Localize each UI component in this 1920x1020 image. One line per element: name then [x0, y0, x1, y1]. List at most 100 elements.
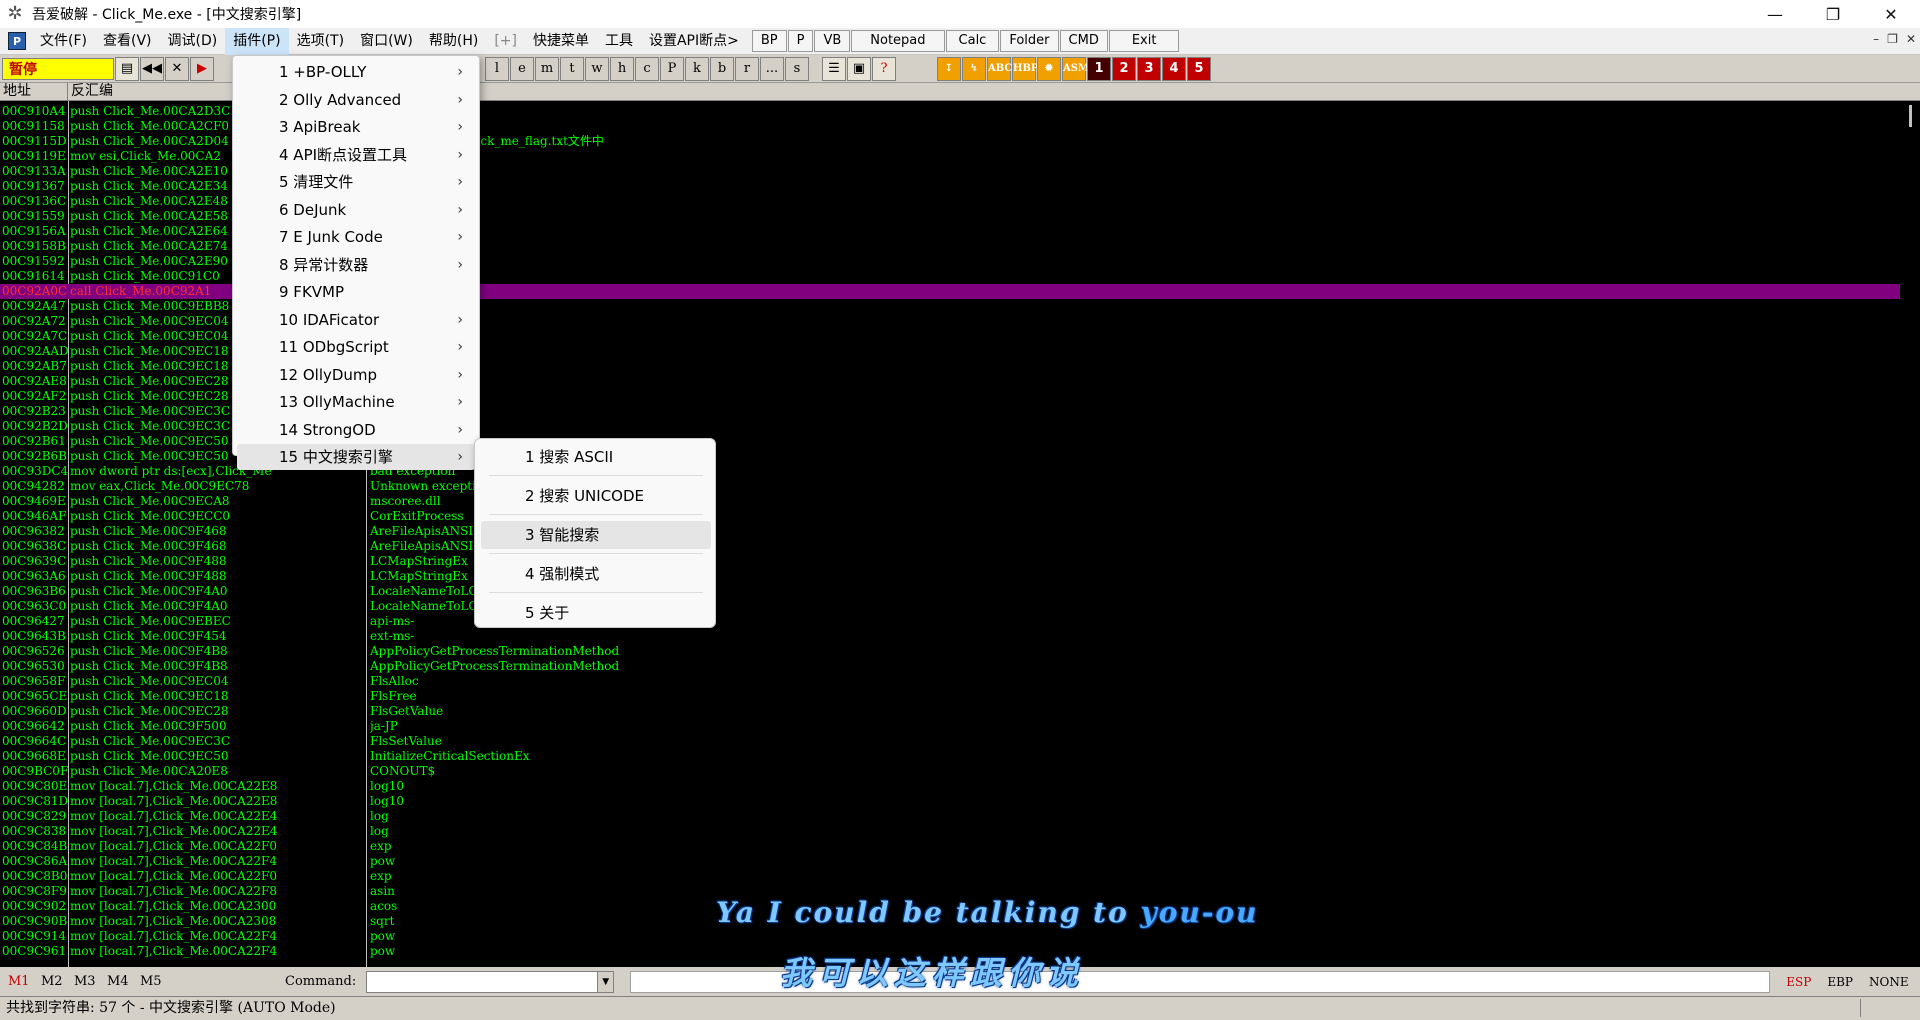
asm-button[interactable]: ASM: [1062, 56, 1089, 81]
menu-debug[interactable]: 调试(D): [160, 28, 226, 55]
bp-button[interactable]: BP: [751, 30, 787, 52]
table-row[interactable]: 00C96427 push Click_Me.00C9EBEC api-ms-: [0, 614, 1900, 629]
mark-m3[interactable]: M3: [66, 974, 99, 989]
table-row[interactable]: 00C9C80E mov [local.7],Click_Me.00CA22E8 l…: [0, 779, 1900, 794]
toolbar-3-button[interactable]: 3: [1137, 56, 1161, 81]
plugin-menu-item[interactable]: 7 E Junk Code ›: [237, 224, 475, 250]
toolbar-t-button[interactable]: t: [560, 56, 584, 81]
toolbar-r-button[interactable]: r: [735, 56, 759, 81]
plugin-menu-item[interactable]: 1 +BP-OLLY ›: [237, 59, 475, 85]
mdi-restore-button[interactable]: ❐: [1887, 32, 1898, 46]
mdi-minimize-button[interactable]: –: [1873, 32, 1879, 46]
chevron-down-icon[interactable]: ▼: [597, 971, 614, 992]
submenu-item[interactable]: 5 关于: [481, 599, 711, 627]
mark-m2[interactable]: M2: [33, 974, 66, 989]
close-icon[interactable]: ✕: [165, 56, 189, 81]
table-row[interactable]: 00C96526 push Click_Me.00C9F4B8 AppPolicyG…: [0, 644, 1900, 659]
table-row[interactable]: 00C96642 push Click_Me.00C9F500 ja-JP: [0, 719, 1900, 734]
calc-button[interactable]: Calc: [945, 30, 1000, 52]
menu-plus[interactable]: [+]: [486, 28, 525, 55]
string-column-header[interactable]: [366, 83, 1920, 101]
toolbar-more-button[interactable]: ...: [760, 56, 784, 81]
table-row[interactable]: 00C9660D push Click_Me.00C9EC28 FlsGetValu…: [0, 704, 1900, 719]
command-input[interactable]: ▼: [366, 970, 615, 993]
toolbar-1-button[interactable]: 1: [1087, 56, 1111, 81]
menu-file[interactable]: 文件(F): [32, 28, 95, 55]
step-over-icon[interactable]: ↯: [962, 56, 986, 81]
menu-plugins[interactable]: 插件(P): [225, 27, 289, 55]
plugin-menu-item[interactable]: 14 StrongOD ›: [237, 417, 475, 443]
toolbar-p-button[interactable]: P: [660, 56, 684, 81]
menu-window[interactable]: 窗口(W): [352, 28, 421, 55]
plugin-menu-item[interactable]: 4 API断点设置工具 ›: [237, 142, 475, 168]
register-esp[interactable]: ESP: [1786, 975, 1811, 989]
table-row[interactable]: 00C963A6 push Click_Me.00C9F488 LCMapStrin…: [0, 569, 1900, 584]
toolbar-k-button[interactable]: k: [685, 56, 709, 81]
table-row[interactable]: 00C96530 push Click_Me.00C9F4B8 AppPolicyG…: [0, 659, 1900, 674]
plugin-menu-item[interactable]: 2 Olly Advanced ›: [237, 87, 475, 113]
menu-tools[interactable]: 工具: [597, 28, 641, 55]
vb-button[interactable]: VB: [814, 30, 851, 52]
menu-view[interactable]: 查看(V): [95, 28, 160, 55]
window-icon[interactable]: ▣: [847, 56, 871, 81]
maximize-button[interactable]: ❐: [1804, 0, 1862, 28]
exit-button[interactable]: Exit: [1108, 30, 1180, 52]
submenu-item[interactable]: 3 智能搜索: [481, 521, 711, 549]
toolbar-s-button[interactable]: s: [785, 56, 809, 81]
toolbar-e-button[interactable]: e: [510, 56, 534, 81]
plugin-menu-item[interactable]: 15 中文搜索引擎 ›: [237, 444, 475, 470]
table-row[interactable]: 00C9664C push Click_Me.00C9EC3C FlsSetValu…: [0, 734, 1900, 749]
help-icon[interactable]: ?: [872, 56, 896, 81]
mark-m4[interactable]: M4: [99, 974, 132, 989]
toolbar-h-button[interactable]: h: [610, 56, 634, 81]
scrollbar-thumb[interactable]: [1909, 105, 1912, 127]
toolbar-l-button[interactable]: l: [485, 56, 509, 81]
table-row[interactable]: 00C96382 push Click_Me.00C9F468 AreFileApi…: [0, 524, 1900, 539]
submenu-item[interactable]: 4 强制模式: [481, 560, 711, 588]
table-row[interactable]: 00C9638C push Click_Me.00C9F468 AreFileApi…: [0, 539, 1900, 554]
menu-api-breakpoint[interactable]: 设置API断点>: [641, 28, 747, 55]
table-row[interactable]: 00C9C81D mov [local.7],Click_Me.00CA22E8 l…: [0, 794, 1900, 809]
toolbar-w-button[interactable]: w: [585, 56, 609, 81]
toolbar-c-button[interactable]: c: [635, 56, 659, 81]
notepad-button[interactable]: Notepad: [851, 30, 945, 52]
cmd-button[interactable]: CMD: [1059, 30, 1108, 52]
menu-shortcuts[interactable]: 快捷菜单: [525, 28, 597, 55]
table-row[interactable]: 00C963B6 push Click_Me.00C9F4A0 LocaleName…: [0, 584, 1900, 599]
mdi-close-button[interactable]: ✕: [1906, 32, 1916, 46]
table-row[interactable]: 00C9C838 mov [local.7],Click_Me.00CA22E4 l…: [0, 824, 1900, 839]
toolbar-m-button[interactable]: m: [535, 56, 559, 81]
minimize-button[interactable]: —: [1746, 0, 1804, 28]
table-row[interactable]: 00C9C8B0 mov [local.7],Click_Me.00CA22F0 e…: [0, 869, 1900, 884]
toolbar-b-button[interactable]: b: [710, 56, 734, 81]
close-button[interactable]: ✕: [1862, 0, 1920, 28]
plugin-menu-item[interactable]: 10 IDAFicator ›: [237, 307, 475, 333]
table-row[interactable]: 00C9C914 mov [local.7],Click_Me.00CA22F4 p…: [0, 929, 1900, 944]
table-row[interactable]: 00C9C829 mov [local.7],Click_Me.00CA22E4 l…: [0, 809, 1900, 824]
menu-options[interactable]: 选项(T): [289, 28, 352, 55]
register-ebp[interactable]: EBP: [1827, 975, 1853, 989]
hbp-button[interactable]: HBP: [1012, 56, 1038, 81]
plugin-menu-item[interactable]: 3 ApiBreak ›: [237, 114, 475, 140]
plugin-menu-item[interactable]: 11 ODbgScript ›: [237, 334, 475, 360]
table-row[interactable]: 00C965CE push Click_Me.00C9EC18 FlsFree: [0, 689, 1900, 704]
rewind-icon[interactable]: ◀◀: [140, 56, 164, 81]
submenu-item[interactable]: 2 搜索 UNICODE: [481, 482, 711, 510]
vertical-scrollbar[interactable]: [1904, 101, 1920, 967]
step-into-icon[interactable]: ↧: [937, 56, 961, 81]
plugin-menu-item[interactable]: 6 DeJunk ›: [237, 197, 475, 223]
folder-button[interactable]: Folder: [1000, 30, 1059, 52]
submenu-item[interactable]: 1 搜索 ASCII: [481, 443, 711, 471]
abc-button[interactable]: ABC: [987, 56, 1012, 81]
mark-m1[interactable]: M1: [0, 974, 33, 989]
table-row[interactable]: 00C9643B push Click_Me.00C9F454 ext-ms-: [0, 629, 1900, 644]
open-icon[interactable]: ▤: [115, 56, 139, 81]
table-row[interactable]: 00C9C84B mov [local.7],Click_Me.00CA22F0 e…: [0, 839, 1900, 854]
gear-icon[interactable]: ✹: [1037, 56, 1061, 81]
table-row[interactable]: 00C946AF push Click_Me.00C9ECC0 CorExitPro…: [0, 509, 1900, 524]
table-row[interactable]: 00C9639C push Click_Me.00C9F488 LCMapStrin…: [0, 554, 1900, 569]
toolbar-5-button[interactable]: 5: [1187, 56, 1211, 81]
plugin-menu-item[interactable]: 8 异常计数器 ›: [237, 252, 475, 278]
plugin-menu-item[interactable]: 5 清理文件 ›: [237, 169, 475, 195]
table-row[interactable]: 00C9469E push Click_Me.00C9ECA8 mscoree.dl…: [0, 494, 1900, 509]
